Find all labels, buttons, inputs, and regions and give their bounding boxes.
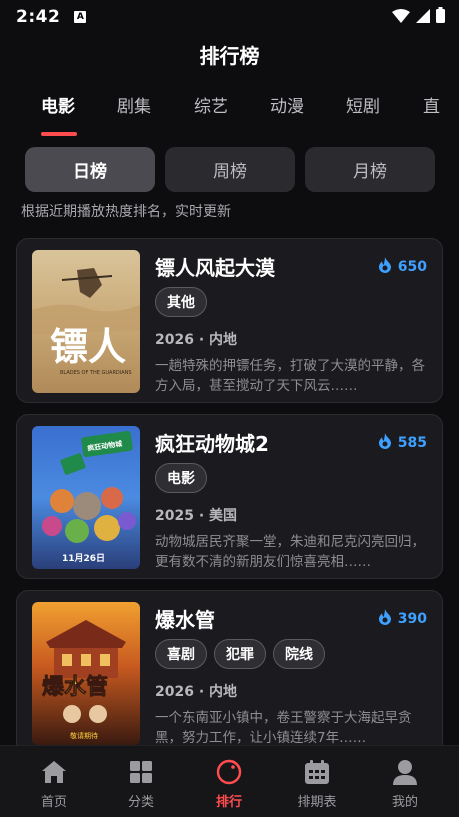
nav-category[interactable]: 分类 xyxy=(95,746,187,817)
page-title: 排行榜 xyxy=(199,44,260,68)
accessibility-badge-icon: A xyxy=(74,11,87,23)
genre-tag[interactable]: 院线 xyxy=(273,639,325,669)
heat-value: 650 xyxy=(397,259,427,275)
nav-schedule-label: 排期表 xyxy=(297,795,337,810)
nav-profile[interactable]: 我的 xyxy=(359,746,451,817)
heat-score: 390 xyxy=(378,609,427,629)
grid-icon xyxy=(127,758,155,786)
status-icons xyxy=(392,7,445,27)
status-bar: 2:42 A xyxy=(0,0,459,34)
nav-profile-label: 我的 xyxy=(391,795,418,810)
tag-list: 其他 xyxy=(155,287,207,317)
tab-anime[interactable]: 动漫 xyxy=(270,92,304,117)
genre-tag[interactable]: 电影 xyxy=(155,463,207,493)
ranking-hint: 根据近期播放热度排名，实时更新 xyxy=(21,204,231,220)
tab-movie[interactable]: 电影 xyxy=(41,92,75,117)
flame-icon xyxy=(378,257,392,277)
card-title: 爆水管 xyxy=(155,608,215,632)
status-time: 2:42 xyxy=(16,7,61,27)
heat-score: 650 xyxy=(378,257,427,277)
poster-image: 爆水管 敬请期待 xyxy=(32,602,140,745)
segment-monthly[interactable]: 月榜 xyxy=(305,147,435,192)
svg-text:爆水管: 爆水管 xyxy=(42,674,108,700)
segment-weekly[interactable]: 周榜 xyxy=(165,147,295,192)
wifi-icon xyxy=(392,8,410,27)
nav-home-label: 首页 xyxy=(40,795,67,810)
flame-icon xyxy=(378,609,392,629)
ranking-icon xyxy=(215,758,243,786)
heat-value: 390 xyxy=(397,611,427,627)
svg-text:镖人: 镖人 xyxy=(50,324,126,369)
year-region: 2026 · 内地 xyxy=(155,332,238,348)
signal-icon xyxy=(416,8,430,27)
tab-live[interactable]: 直 xyxy=(423,92,440,117)
poster-image: 镖人 BLADES OF THE GUARDIANS xyxy=(32,250,140,393)
tag-list: 电影 xyxy=(155,463,207,493)
home-icon xyxy=(40,758,68,786)
card-title: 疯狂动物城2 xyxy=(155,432,269,456)
tab-variety[interactable]: 综艺 xyxy=(194,92,228,117)
heat-score: 585 xyxy=(378,433,427,453)
poster-image: 疯狂动物城 11月26日 xyxy=(32,426,140,569)
battery-icon xyxy=(436,7,445,27)
year-region: 2025 · 美国 xyxy=(155,508,238,524)
nav-category-label: 分类 xyxy=(127,795,154,810)
svg-text:11月26日: 11月26日 xyxy=(62,553,105,564)
nav-home[interactable]: 首页 xyxy=(8,746,100,817)
category-tabs: 电影 剧集 综艺 动漫 短剧 直 xyxy=(0,92,459,138)
period-selector: 日榜 周榜 月榜 xyxy=(25,147,435,192)
heat-value: 585 xyxy=(397,435,427,451)
nav-ranking-label: 排行 xyxy=(215,795,242,810)
segment-daily[interactable]: 日榜 xyxy=(25,147,155,192)
description: 一趟特殊的押镖任务，打破了大漠的平静，各方入局，甚至搅动了天下风云…… xyxy=(155,358,425,394)
bottom-navigation: 首页 分类 排行 排期表 我的 xyxy=(0,745,459,817)
nav-ranking[interactable]: 排行 xyxy=(183,746,275,817)
nav-schedule[interactable]: 排期表 xyxy=(271,746,363,817)
description: 动物城居民齐聚一堂，朱迪和尼克闪亮回归，更有数不清的新朋友们惊喜亮相…… xyxy=(155,534,425,570)
active-tab-indicator xyxy=(41,132,77,136)
card-title: 镖人风起大漠 xyxy=(155,256,275,280)
genre-tag[interactable]: 喜剧 xyxy=(155,639,207,669)
svg-text:BLADES OF THE GUARDIANS: BLADES OF THE GUARDIANS xyxy=(60,370,132,376)
tab-series[interactable]: 剧集 xyxy=(117,92,151,117)
ranking-card[interactable]: 爆水管 敬请期待 爆水管 390 喜剧 犯罪 院线 2026 · 内地 一个东南… xyxy=(16,590,443,755)
ranking-card[interactable]: 疯狂动物城 11月26日 疯狂动物城2 585 电影 2025 · 美国 动物城… xyxy=(16,414,443,579)
flame-icon xyxy=(378,433,392,453)
tab-short-drama[interactable]: 短剧 xyxy=(346,92,380,117)
tag-list: 喜剧 犯罪 院线 xyxy=(155,639,325,669)
user-icon xyxy=(391,758,419,786)
calendar-icon xyxy=(303,758,331,786)
ranking-card[interactable]: 镖人 BLADES OF THE GUARDIANS 镖人风起大漠 650 其他… xyxy=(16,238,443,403)
year-region: 2026 · 内地 xyxy=(155,684,238,700)
genre-tag[interactable]: 其他 xyxy=(155,287,207,317)
svg-text:敬请期待: 敬请期待 xyxy=(70,731,98,740)
description: 一个东南亚小镇中，卷王警察于大海起早贪黑，努力工作，让小镇连续7年…… xyxy=(155,710,412,746)
genre-tag[interactable]: 犯罪 xyxy=(214,639,266,669)
